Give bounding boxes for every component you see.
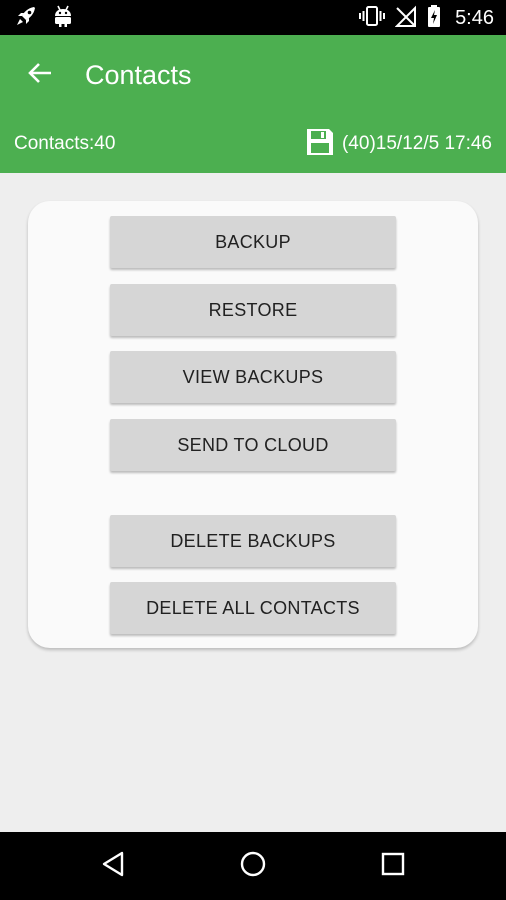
recents-square-icon [380, 851, 406, 882]
delete-backups-button[interactable]: DELETE BACKUPS [110, 515, 396, 567]
nav-recents-button[interactable] [373, 846, 413, 886]
backup-button[interactable]: BACKUP [110, 216, 396, 268]
vibrate-icon [359, 4, 386, 33]
back-triangle-icon [100, 850, 126, 883]
view-backups-button[interactable]: VIEW BACKUPS [110, 351, 396, 403]
delete-all-contacts-button[interactable]: DELETE ALL CONTACTS [110, 582, 396, 634]
status-bar: 5:46 [0, 0, 506, 35]
status-right-icons: 5:46 [359, 4, 494, 33]
contacts-count: Contacts:40 [14, 133, 116, 154]
back-button[interactable] [20, 57, 60, 93]
send-to-cloud-button[interactable]: SEND TO CLOUD [110, 419, 396, 471]
battery-charging-icon [427, 4, 441, 33]
nav-home-button[interactable] [233, 846, 273, 886]
app-bar: Contacts Contacts:40 (40)15/12/5 17:46 [0, 35, 506, 173]
restore-button[interactable]: RESTORE [110, 284, 396, 336]
android-icon [52, 4, 74, 33]
last-backup-text: (40)15/12/5 17:46 [341, 133, 492, 154]
no-signal-icon [394, 4, 417, 33]
arrow-back-icon [27, 61, 53, 90]
page-title: Contacts [85, 60, 192, 90]
rocket-icon [14, 4, 38, 33]
last-backup-info: (40)15/12/5 17:46 [306, 128, 492, 161]
save-icon [306, 128, 334, 161]
navigation-bar [0, 832, 506, 900]
nav-back-button[interactable] [93, 846, 133, 886]
home-circle-icon [239, 850, 267, 883]
status-left-icons [14, 4, 74, 33]
actions-card: BACKUP RESTORE VIEW BACKUPS SEND TO CLOU… [28, 201, 478, 648]
status-time: 5:46 [455, 6, 494, 29]
